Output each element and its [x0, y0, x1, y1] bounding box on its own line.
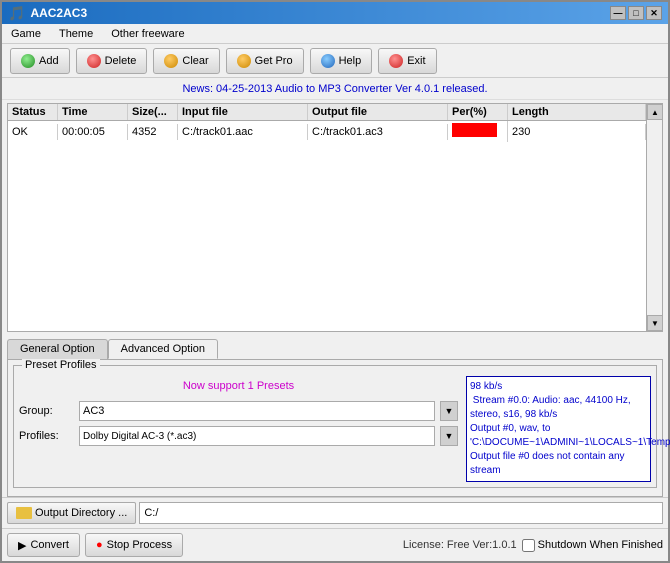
stop-process-button[interactable]: ● Stop Process — [85, 533, 183, 557]
convert-icon: ▶ — [18, 539, 26, 552]
tabs: General Option Advanced Option — [2, 335, 668, 359]
help-button[interactable]: Help — [310, 48, 373, 74]
menu-game[interactable]: Game — [7, 27, 45, 41]
cell-time: 00:00:05 — [58, 124, 128, 140]
output-dir-row: Output Directory ... — [2, 497, 668, 528]
window-title: AAC2AC3 — [30, 6, 87, 20]
news-text: News: 04-25-2013 Audio to MP3 Converter … — [182, 83, 487, 95]
file-list-container: Status Time Size(... Input file Output f… — [7, 103, 663, 332]
menu-theme[interactable]: Theme — [55, 27, 97, 41]
preset-left: Now support 1 Presets Group: ▼ Profiles:… — [19, 376, 458, 482]
delete-icon — [87, 54, 101, 68]
output-path-input[interactable] — [139, 502, 663, 524]
file-list-inner: Status Time Size(... Input file Output f… — [8, 104, 662, 331]
group-input[interactable] — [79, 401, 435, 421]
group-dropdown-arrow[interactable]: ▼ — [440, 401, 458, 421]
profiles-label: Profiles: — [19, 430, 74, 442]
convert-button[interactable]: ▶ Convert — [7, 533, 80, 557]
add-button[interactable]: Add — [10, 48, 70, 74]
menu-other-freeware[interactable]: Other freeware — [107, 27, 188, 41]
options-area: General Option Advanced Option Preset Pr… — [2, 335, 668, 561]
add-icon — [21, 54, 35, 68]
exit-icon — [389, 54, 403, 68]
getpro-label: Get Pro — [255, 55, 293, 67]
convert-label: Convert — [30, 539, 69, 551]
preset-info-text: 98 kb/s Stream #0.0: Audio: aac, 44100 H… — [470, 381, 670, 476]
cell-size: 4352 — [128, 124, 178, 140]
clear-button[interactable]: Clear — [153, 48, 219, 74]
cell-length: 230 — [508, 124, 646, 140]
output-dir-button[interactable]: Output Directory ... — [7, 502, 136, 524]
cell-status: OK — [8, 124, 58, 140]
toolbar: Add Delete Clear Get Pro Help Exit — [2, 44, 668, 78]
clear-label: Clear — [182, 55, 208, 67]
add-label: Add — [39, 55, 59, 67]
group-label: Group: — [19, 405, 74, 417]
title-controls: — □ ✕ — [610, 6, 662, 20]
getpro-button[interactable]: Get Pro — [226, 48, 304, 74]
exit-label: Exit — [407, 55, 425, 67]
shutdown-checkbox[interactable] — [522, 539, 535, 552]
header-size: Size(... — [128, 104, 178, 120]
header-output: Output file — [308, 104, 448, 120]
tab-advanced-option[interactable]: Advanced Option — [108, 339, 218, 359]
maximize-button[interactable]: □ — [628, 6, 644, 20]
cell-input: C:/track01.aac — [178, 124, 308, 140]
getpro-icon — [237, 54, 251, 68]
now-support-text: Now support 1 Presets — [19, 376, 458, 396]
header-input: Input file — [178, 104, 308, 120]
shutdown-checkbox-row: Shutdown When Finished — [522, 539, 663, 552]
preset-info: 98 kb/s Stream #0.0: Audio: aac, 44100 H… — [466, 376, 651, 482]
stop-label: Stop Process — [107, 539, 172, 551]
scroll-track[interactable] — [647, 120, 662, 315]
cell-per — [448, 121, 508, 142]
minimize-button[interactable]: — — [610, 6, 626, 20]
stop-icon: ● — [96, 539, 103, 551]
tab-general-option[interactable]: General Option — [7, 339, 108, 359]
menu-bar: Game Theme Other freeware — [2, 24, 668, 44]
vertical-scrollbar[interactable]: ▲ ▼ — [646, 104, 662, 331]
scroll-down-button[interactable]: ▼ — [647, 315, 662, 331]
help-label: Help — [339, 55, 362, 67]
header-status: Status — [8, 104, 58, 120]
delete-button[interactable]: Delete — [76, 48, 148, 74]
profiles-dropdown-arrow[interactable]: ▼ — [440, 426, 458, 446]
profiles-field-row: Profiles: ▼ — [19, 426, 458, 446]
news-bar: News: 04-25-2013 Audio to MP3 Converter … — [2, 78, 668, 100]
license-text: License: Free Ver:1.0.1 — [188, 539, 517, 551]
scroll-up-button[interactable]: ▲ — [647, 104, 662, 120]
tab-content: Preset Profiles Now support 1 Presets Gr… — [7, 359, 663, 497]
delete-label: Delete — [105, 55, 137, 67]
preset-inner: Now support 1 Presets Group: ▼ Profiles:… — [19, 376, 651, 482]
action-bar: ▶ Convert ● Stop Process License: Free V… — [2, 528, 668, 561]
folder-icon — [16, 507, 32, 519]
group-field-row: Group: ▼ — [19, 401, 458, 421]
output-dir-label: Output Directory ... — [35, 507, 127, 519]
table-row[interactable]: OK 00:00:05 4352 C:/track01.aac C:/track… — [8, 121, 646, 142]
header-length: Length — [508, 104, 646, 120]
exit-button[interactable]: Exit — [378, 48, 436, 74]
file-list-rows[interactable]: Status Time Size(... Input file Output f… — [8, 104, 646, 331]
title-bar-left: 🎵 AAC2AC3 — [8, 5, 87, 22]
preset-legend: Preset Profiles — [22, 359, 100, 371]
shutdown-label: Shutdown When Finished — [538, 539, 663, 551]
title-bar: 🎵 AAC2AC3 — □ ✕ — [2, 2, 668, 24]
help-icon — [321, 54, 335, 68]
main-window: 🎵 AAC2AC3 — □ ✕ Game Theme Other freewar… — [0, 0, 670, 563]
file-list-header: Status Time Size(... Input file Output f… — [8, 104, 646, 121]
clear-icon — [164, 54, 178, 68]
header-time: Time — [58, 104, 128, 120]
cell-output: C:/track01.ac3 — [308, 124, 448, 140]
preset-profiles-section: Preset Profiles Now support 1 Presets Gr… — [13, 365, 657, 488]
profiles-input[interactable] — [79, 426, 435, 446]
app-icon: 🎵 — [8, 5, 25, 22]
close-button[interactable]: ✕ — [646, 6, 662, 20]
header-per: Per(%) — [448, 104, 508, 120]
progress-bar — [452, 123, 497, 137]
